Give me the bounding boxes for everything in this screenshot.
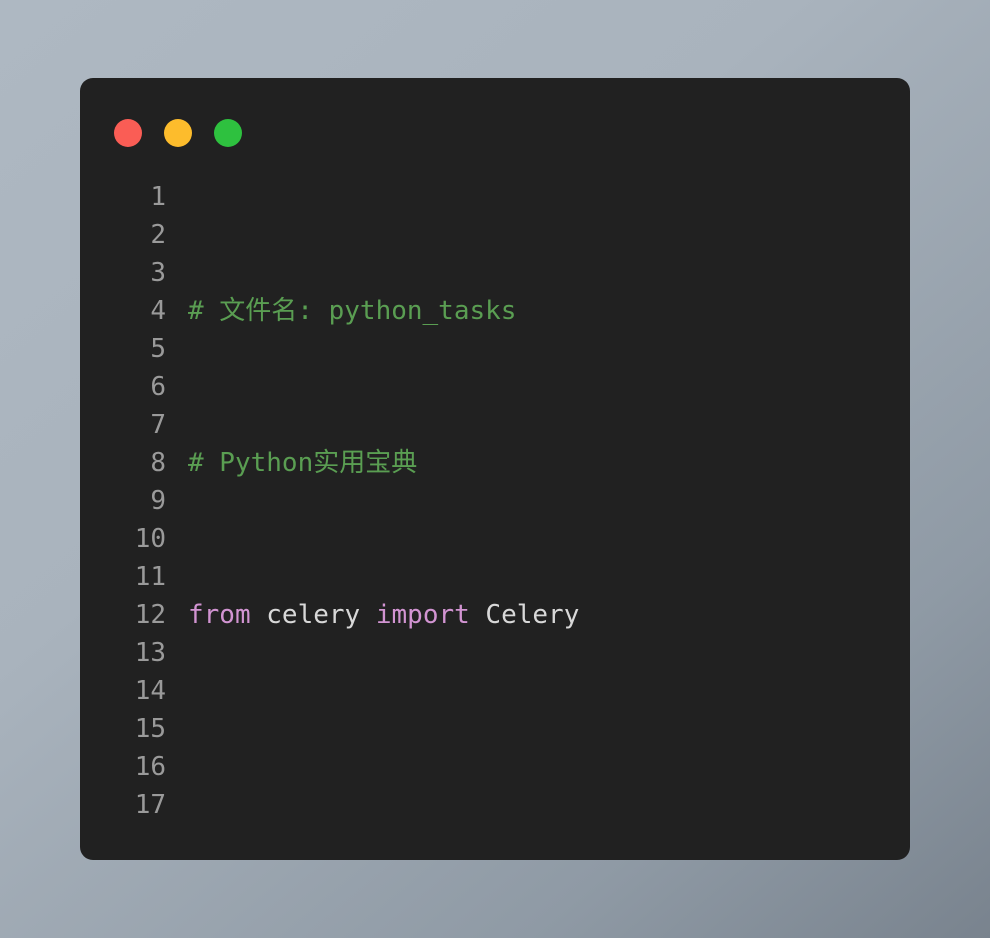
keyword-import-token: import	[375, 600, 470, 630]
line-number: 12	[134, 600, 166, 630]
line-number: 2	[150, 220, 166, 250]
line-number: 4	[150, 296, 166, 326]
keyword-from-token: from	[188, 600, 251, 630]
line-number: 11	[134, 562, 166, 592]
line-number: 14	[134, 676, 166, 706]
code-text-area[interactable]: # 文件名: python_tasks # Python实用宝典 from ce…	[166, 178, 910, 860]
line-number-gutter: 1 2 3 4 5 6 7 8 9 10 11 12 13 14 15 16 1…	[80, 178, 166, 860]
line-number: 10	[134, 524, 166, 554]
code-line-3: from celery import Celery	[188, 596, 910, 634]
code-editor[interactable]: 1 2 3 4 5 6 7 8 9 10 11 12 13 14 15 16 1…	[80, 178, 910, 860]
line-number: 9	[150, 486, 166, 516]
code-line-2: # Python实用宝典	[188, 444, 910, 482]
line-number: 5	[150, 334, 166, 364]
line-number: 6	[150, 372, 166, 402]
code-line-1: # 文件名: python_tasks	[188, 292, 910, 330]
comment-token: # Python实用宝典	[188, 448, 418, 478]
line-number: 3	[150, 258, 166, 288]
maximize-button-icon[interactable]	[214, 119, 242, 147]
comment-token: # 文件名: python_tasks	[188, 296, 517, 326]
module-name-token: celery	[250, 600, 376, 630]
imported-name-token: Celery	[469, 600, 580, 630]
line-number: 15	[134, 714, 166, 744]
screenshot-stage: 1 2 3 4 5 6 7 8 9 10 11 12 13 14 15 16 1…	[0, 0, 990, 938]
minimize-button-icon[interactable]	[164, 119, 192, 147]
window-titlebar	[114, 119, 242, 147]
line-number: 1	[150, 182, 166, 212]
close-button-icon[interactable]	[114, 119, 142, 147]
line-number: 13	[134, 638, 166, 668]
line-number: 16	[134, 752, 166, 782]
line-number: 17	[134, 790, 166, 820]
code-window-card: 1 2 3 4 5 6 7 8 9 10 11 12 13 14 15 16 1…	[80, 78, 910, 860]
line-number: 7	[150, 410, 166, 440]
line-number: 8	[150, 448, 166, 478]
